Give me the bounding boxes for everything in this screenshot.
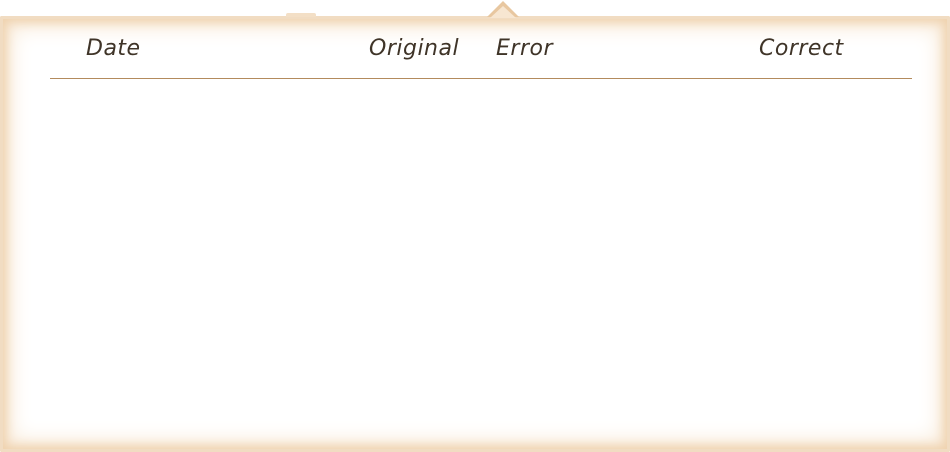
column-header-correct[interactable]: Correct xyxy=(759,36,844,61)
table-body xyxy=(50,79,912,429)
panel-top-tab xyxy=(286,13,316,17)
popup-pointer-arrow-inner xyxy=(490,6,516,18)
table-header: Date Original Error Correct xyxy=(50,34,912,79)
column-header-original[interactable]: Original xyxy=(369,36,459,61)
column-header-date[interactable]: Date xyxy=(86,36,141,61)
column-header-error[interactable]: Error xyxy=(496,36,553,61)
